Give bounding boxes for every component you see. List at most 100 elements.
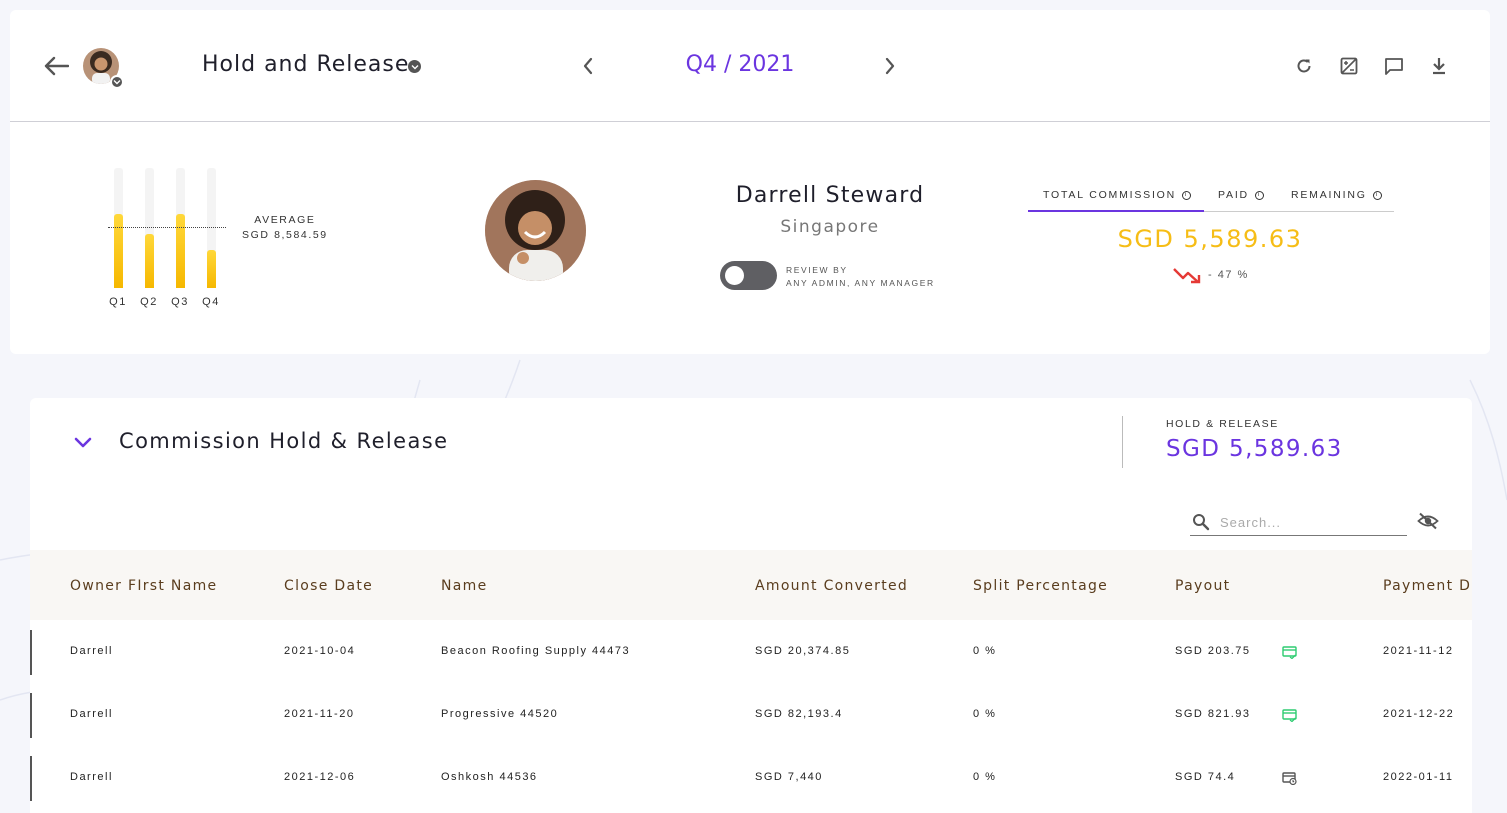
review-title: REVIEW BY <box>786 265 848 275</box>
cell-payment-date: 2021-11-12 <box>1383 645 1454 657</box>
review-toggle[interactable] <box>720 261 777 290</box>
cell-split: 0 % <box>973 708 997 720</box>
cell-amount: SGD 82,193.4 <box>755 708 843 720</box>
eye-off-icon <box>1417 512 1439 530</box>
search-icon <box>1193 514 1210 531</box>
quarter-label: Q4 <box>202 296 220 308</box>
comments-button[interactable] <box>1382 54 1406 78</box>
chevron-down-icon <box>113 80 121 85</box>
search-box <box>1190 508 1407 536</box>
cell-close-date: 2021-11-20 <box>284 708 355 720</box>
cell-name: Beacon Roofing Supply 44473 <box>441 645 631 657</box>
title-dropdown-button[interactable] <box>408 60 421 73</box>
next-period-button[interactable] <box>878 54 902 78</box>
search-input[interactable] <box>1220 512 1400 532</box>
quarter-bar[interactable] <box>145 234 154 288</box>
cell-owner: Darrell <box>70 708 113 720</box>
download-button[interactable] <box>1427 54 1451 78</box>
summary-divider <box>1122 416 1123 468</box>
card-check-icon[interactable] <box>1282 646 1297 659</box>
card-check-icon[interactable] <box>1282 709 1297 722</box>
cell-split: 0 % <box>973 645 997 657</box>
commission-tabs: TOTAL COMMISSION i PAID i REMAINING i <box>1028 186 1394 212</box>
tab-paid[interactable]: PAID i <box>1218 189 1264 201</box>
toggle-knob <box>725 266 744 285</box>
row-marker <box>30 693 32 738</box>
cell-payment-date: 2022-01-11 <box>1383 771 1454 783</box>
quarter-label: Q1 <box>109 296 127 308</box>
header-bar: Hold and Release Q4 / 2021 <box>10 10 1490 122</box>
table-row[interactable]: Darrell 2021-10-04 Beacon Roofing Supply… <box>30 620 1472 683</box>
quarter-bar[interactable] <box>176 214 185 288</box>
avatar-menu-caret[interactable] <box>110 75 124 89</box>
trend-indicator: - 47 % <box>1172 266 1249 284</box>
back-button[interactable] <box>40 52 72 80</box>
cell-owner: Darrell <box>70 645 113 657</box>
chevron-right-icon <box>885 57 895 75</box>
comment-icon <box>1385 58 1403 75</box>
info-icon: i <box>1182 190 1192 200</box>
hold-release-section: Commission Hold & Release HOLD & RELEASE… <box>30 398 1472 813</box>
toggle-visibility-button[interactable] <box>1416 509 1440 533</box>
quarter-label: Q2 <box>140 296 158 308</box>
tab-label: TOTAL COMMISSION <box>1043 189 1177 201</box>
row-marker <box>30 756 32 801</box>
profile-card: Hold and Release Q4 / 2021 Q1 Q2 Q3 Q4 A… <box>10 10 1490 354</box>
arrow-left-icon <box>44 56 69 76</box>
page-title: Hold and Release <box>202 52 410 77</box>
refresh-icon <box>1297 59 1311 73</box>
cell-amount: SGD 20,374.85 <box>755 645 851 657</box>
card-clock-icon[interactable] <box>1282 772 1297 785</box>
active-tab-indicator <box>1028 210 1204 212</box>
period-selector[interactable]: Q4 / 2021 <box>650 52 830 77</box>
average-label: AVERAGE SGD 8,584.59 <box>242 213 328 243</box>
hold-release-value: SGD 5,589.63 <box>1166 436 1343 462</box>
quarter-label: Q3 <box>171 296 189 308</box>
review-value: ANY ADMIN, ANY MANAGER <box>786 278 935 288</box>
tab-label: PAID <box>1218 189 1249 201</box>
table-row[interactable]: Darrell 2021-12-06 Oshkosh 44536 SGD 7,4… <box>30 746 1472 809</box>
cell-owner: Darrell <box>70 771 113 783</box>
chevron-down-icon <box>74 437 92 448</box>
column-header[interactable]: Payout <box>1175 578 1230 594</box>
column-header[interactable]: Payment Date <box>1383 578 1472 594</box>
average-title: AVERAGE <box>254 214 316 226</box>
previous-period-button[interactable] <box>576 54 600 78</box>
cell-name: Oshkosh 44536 <box>441 771 538 783</box>
adjust-button[interactable] <box>1337 54 1361 78</box>
commission-value: SGD 5,589.63 <box>1117 225 1303 253</box>
tab-remaining[interactable]: REMAINING i <box>1291 189 1382 201</box>
column-header[interactable]: Owner FIrst Name <box>70 578 217 594</box>
cell-close-date: 2021-12-06 <box>284 771 356 783</box>
quarter-bar[interactable] <box>207 250 216 288</box>
cell-split: 0 % <box>973 771 997 783</box>
tab-total-commission[interactable]: TOTAL COMMISSION i <box>1043 189 1192 201</box>
download-icon <box>1433 58 1445 75</box>
cell-payout: SGD 821.93 <box>1175 708 1251 720</box>
user-location: Singapore <box>780 217 880 237</box>
cell-close-date: 2021-10-04 <box>284 645 356 657</box>
average-line <box>108 227 226 228</box>
average-value: SGD 8,584.59 <box>242 229 328 241</box>
row-marker <box>30 630 32 675</box>
trend-value: - 47 % <box>1208 269 1249 281</box>
column-header[interactable]: Close Date <box>284 578 373 594</box>
collapse-section-button[interactable] <box>70 430 96 456</box>
quarter-bar[interactable] <box>114 214 123 288</box>
info-icon: i <box>1254 190 1264 200</box>
refresh-button[interactable] <box>1292 54 1316 78</box>
cell-amount: SGD 7,440 <box>755 771 823 783</box>
user-name: Darrell Steward <box>735 183 925 208</box>
trending-down-icon <box>1173 268 1201 284</box>
cell-name: Progressive 44520 <box>441 708 559 720</box>
cell-payout: SGD 203.75 <box>1175 645 1251 657</box>
image-adjust-icon <box>1340 57 1358 75</box>
column-header[interactable]: Amount Converted <box>755 578 908 594</box>
table-row[interactable]: Darrell 2021-11-20 Progressive 44520 SGD… <box>30 683 1472 746</box>
column-header[interactable]: Split Percentage <box>973 578 1108 594</box>
column-header[interactable]: Name <box>441 578 488 594</box>
info-icon: i <box>1372 190 1382 200</box>
cell-payout: SGD 74.4 <box>1175 771 1236 783</box>
user-avatar <box>485 180 586 281</box>
tab-label: REMAINING <box>1291 189 1367 201</box>
